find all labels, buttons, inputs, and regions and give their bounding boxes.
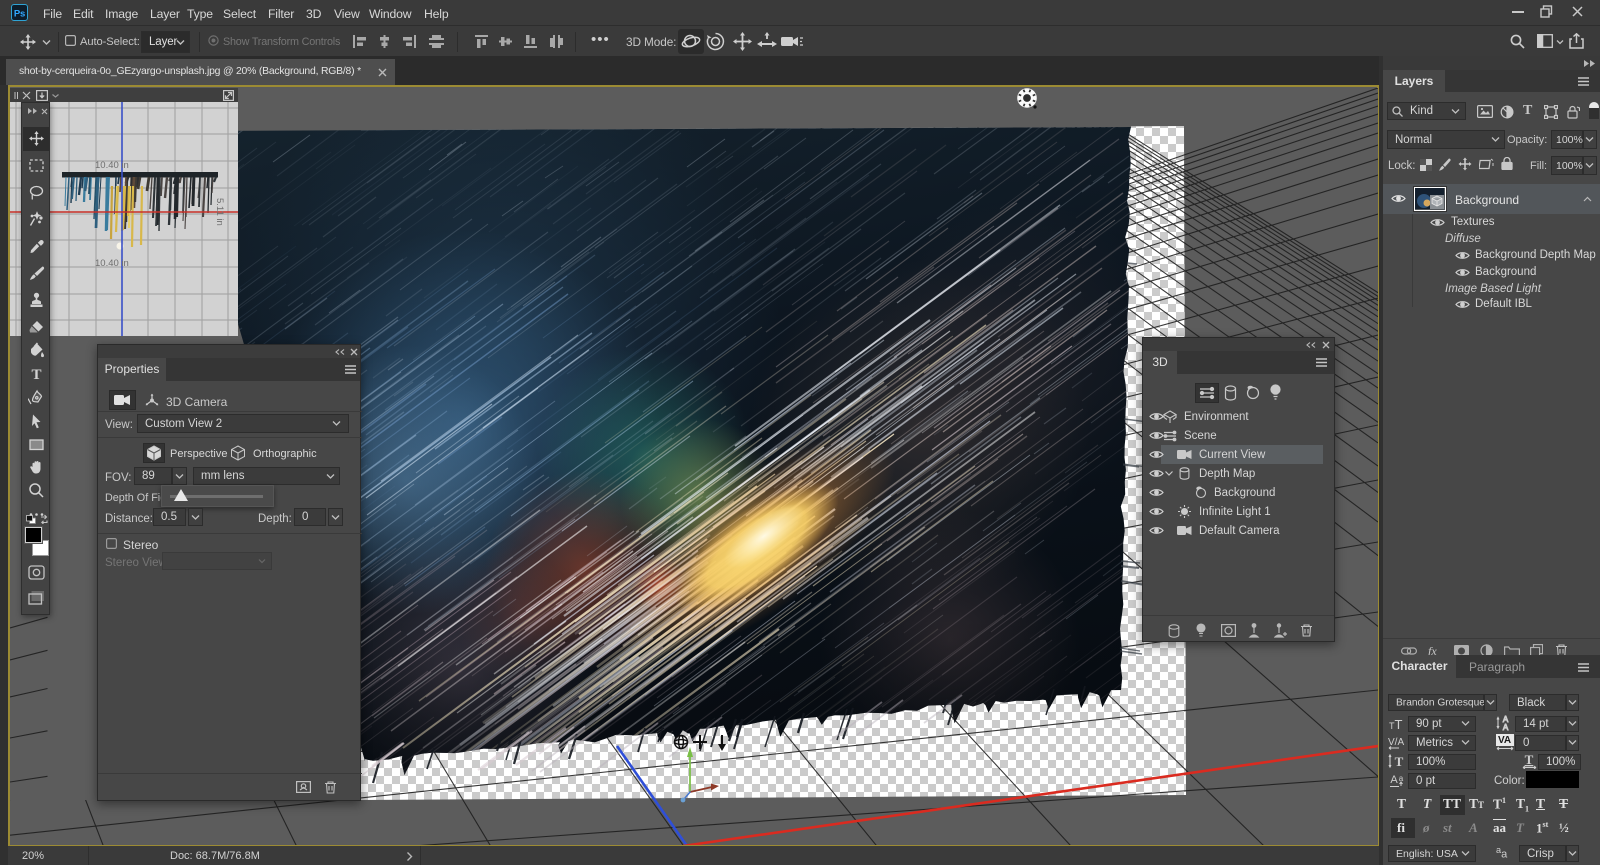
svg-text:10.40 in: 10.40 in — [95, 160, 129, 171]
svg-text:A: A — [1503, 723, 1509, 731]
svg-text:A: A — [1390, 774, 1398, 786]
svg-text:T: T — [31, 367, 41, 382]
svg-text:Ps: Ps — [14, 9, 25, 20]
svg-text:10.40 in: 10.40 in — [95, 258, 129, 269]
svg-text:5.11 in: 5.11 in — [214, 198, 225, 226]
svg-text:T: T — [1395, 754, 1404, 769]
svg-text:T: T — [1525, 753, 1534, 767]
